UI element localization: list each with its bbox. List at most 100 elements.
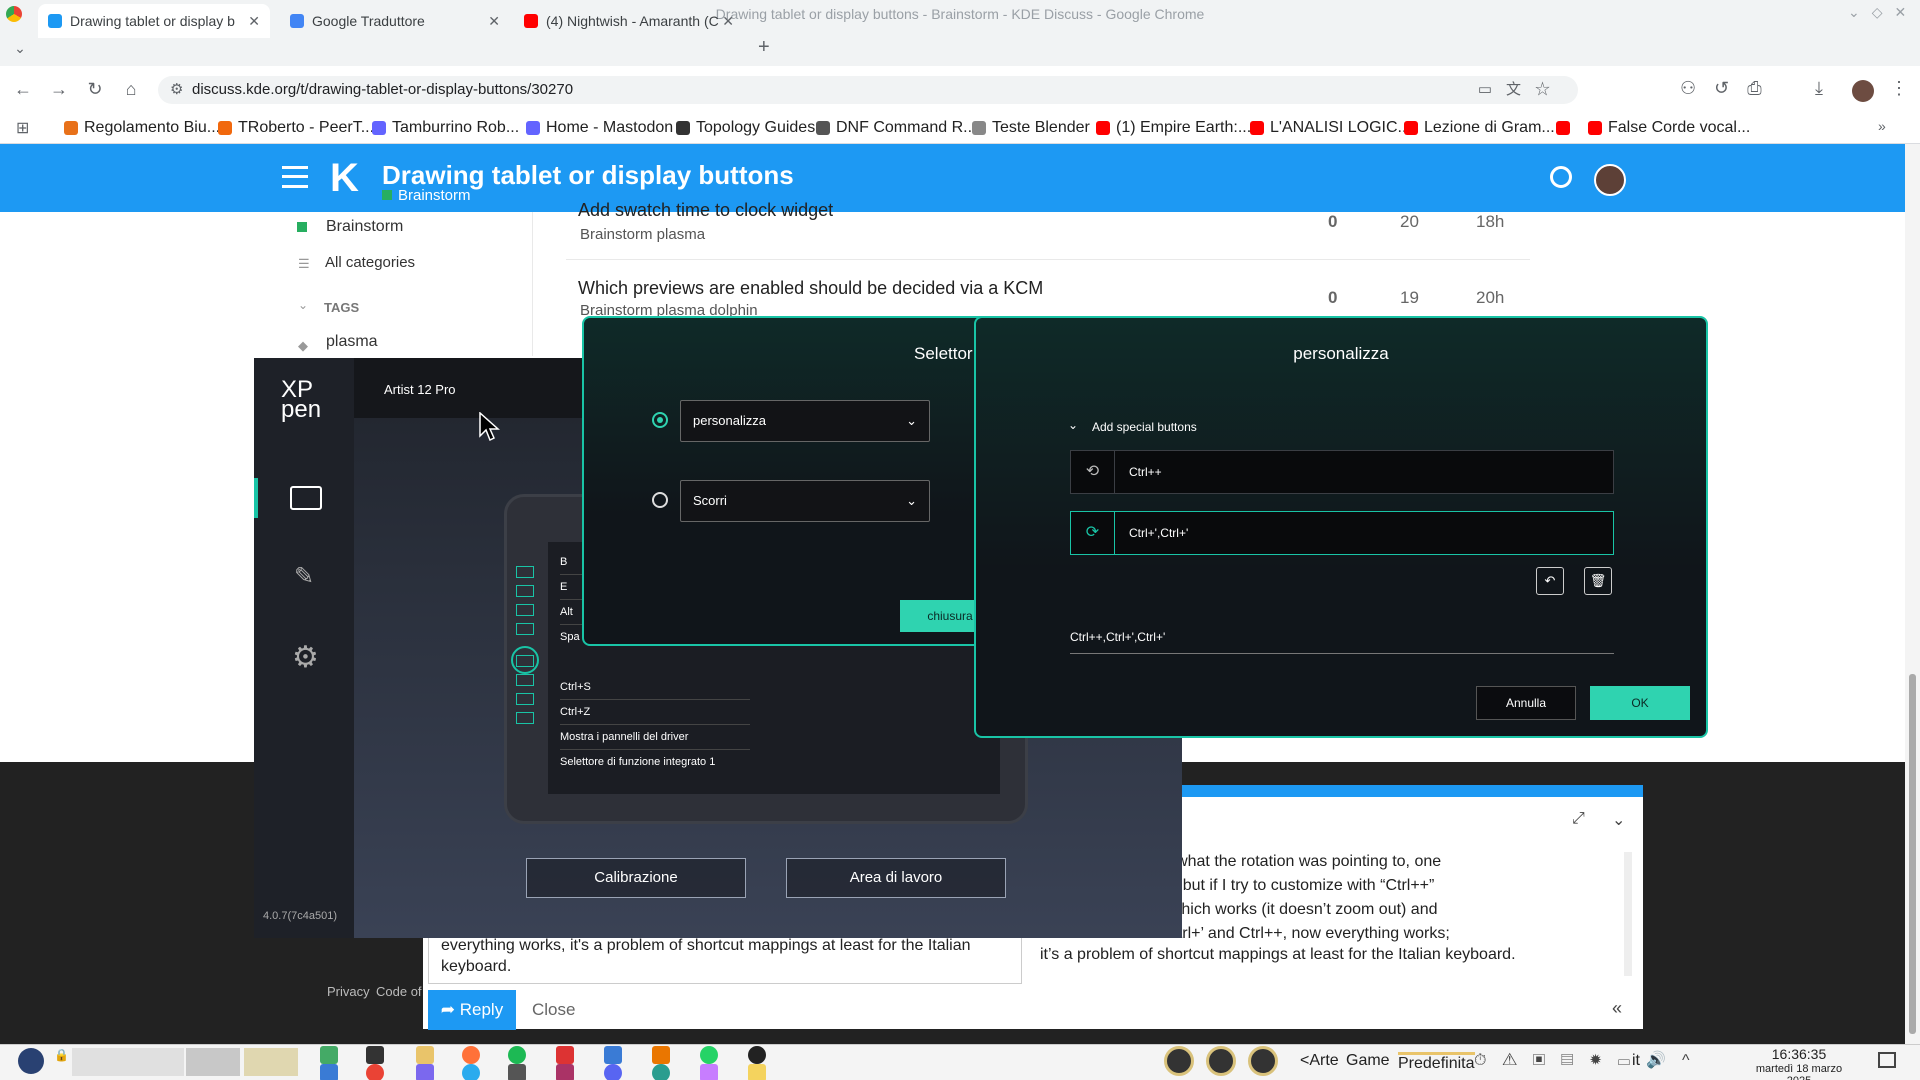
topic-link[interactable]: Which previews are enabled should be dec…	[578, 278, 1043, 299]
chevron-down-icon[interactable]: ⌄	[1068, 418, 1078, 432]
app-icon[interactable]	[320, 1064, 338, 1080]
blender-icon[interactable]	[652, 1046, 670, 1064]
clock-date[interactable]: martedì 18 marzo 2025	[1744, 1063, 1854, 1080]
activity-time[interactable]: 18h	[1476, 212, 1504, 232]
address-bar[interactable]: ⚙ discuss.kde.org/t/drawing-tablet-or-di…	[158, 76, 1578, 104]
calibration-button[interactable]: Calibrazione	[526, 858, 746, 898]
clock-time[interactable]: 16:36:35	[1754, 1046, 1844, 1062]
shortcut-field-2[interactable]: ⟳ Ctrl+',Ctrl+'	[1070, 511, 1614, 555]
app-icon[interactable]	[508, 1064, 526, 1080]
footer-code-link[interactable]: Code of	[376, 984, 422, 999]
omnibox-actions-icon[interactable]: ▭文☆	[1478, 76, 1564, 104]
app-icon[interactable]	[748, 1046, 766, 1064]
display-icon[interactable]	[290, 486, 322, 510]
keyboard-layout[interactable]: it	[1632, 1052, 1640, 1070]
fedora-launcher-icon[interactable]	[18, 1048, 44, 1074]
chevron-down-icon[interactable]: ⌄	[298, 298, 308, 312]
bookmark-item[interactable]: Lezione di Gram...	[1404, 112, 1555, 144]
tab-search-icon[interactable]: ⌄	[8, 36, 32, 60]
app-icon[interactable]	[366, 1046, 384, 1064]
reply-button[interactable]: ➦ Reply	[428, 990, 516, 1030]
radio-custom[interactable]	[652, 412, 668, 428]
device-name[interactable]: Artist 12 Pro	[384, 382, 456, 397]
cancel-button[interactable]: Annulla	[1476, 686, 1576, 720]
spotify-icon[interactable]	[508, 1046, 526, 1064]
topic-category[interactable]: Brainstorm	[382, 187, 471, 204]
close-composer-button[interactable]: Close	[532, 1000, 575, 1020]
pager-desktop-2[interactable]	[186, 1048, 240, 1076]
chrome-icon[interactable]	[366, 1064, 384, 1080]
reload-icon[interactable]: ↻	[82, 76, 108, 102]
bookmark-item[interactable]: TRoberto - PeerT...	[218, 112, 374, 144]
key-label[interactable]: Selettore di funzione integrato 1	[560, 750, 750, 774]
telegram-icon[interactable]	[462, 1064, 480, 1080]
home-icon[interactable]: ⌂	[118, 76, 144, 102]
kde-logo-icon[interactable]: K	[330, 156, 372, 200]
download-icon[interactable]: ⤓	[1815, 78, 1823, 99]
gear-icon[interactable]: ⚙	[292, 640, 319, 675]
site-info-icon[interactable]: ⚙	[170, 76, 183, 104]
double-chevron-icon[interactable]: «	[1612, 998, 1622, 1019]
undo-icon[interactable]: ↶	[1536, 567, 1564, 595]
app-icon[interactable]	[748, 1064, 766, 1080]
app-icon[interactable]	[416, 1064, 434, 1080]
window-controls[interactable]: ⌄◇✕	[1848, 4, 1918, 21]
activity-icon[interactable]	[1248, 1046, 1278, 1076]
lock-icon[interactable]: 🔒	[54, 1048, 69, 1062]
activity-predefinita[interactable]: Predefinita	[1398, 1052, 1475, 1073]
bookmark-item[interactable]: False Corde vocal...	[1588, 112, 1750, 144]
activity-time[interactable]: 20h	[1476, 288, 1504, 308]
more-bookmarks-icon[interactable]: »	[1878, 118, 1886, 134]
activity-game[interactable]: Game	[1346, 1052, 1390, 1070]
bookmark-item[interactable]: L'ANALISI LOGIC...	[1250, 112, 1411, 144]
bookmark-item[interactable]: Topology Guides	[676, 112, 815, 144]
activity-arte[interactable]: <Arte	[1300, 1052, 1339, 1070]
apps-icon[interactable]: ⊞	[16, 118, 29, 138]
show-desktop-icon[interactable]	[1878, 1052, 1896, 1068]
add-special-buttons-toggle[interactable]: Add special buttons	[1092, 420, 1197, 434]
app-icon[interactable]	[604, 1046, 622, 1064]
user-avatar[interactable]	[1594, 164, 1626, 196]
key-label[interactable]: Ctrl+S	[560, 675, 750, 700]
discord-icon[interactable]	[604, 1064, 622, 1080]
app-icon[interactable]	[556, 1046, 574, 1064]
bookmark-item[interactable]: Home - Mastodon	[526, 112, 673, 144]
bookmark-item[interactable]: (1) Empire Earth:...	[1096, 112, 1251, 144]
work-area-button[interactable]: Area di lavoro	[786, 858, 1006, 898]
bookmark-item[interactable]: Regolamento Biu...	[64, 112, 220, 144]
profile-avatar[interactable]	[1852, 80, 1874, 102]
close-tab-icon[interactable]: ✕	[722, 4, 734, 38]
collapse-icon[interactable]: ⌄	[1612, 810, 1625, 830]
bookmark-item[interactable]: Teste Blender	[972, 112, 1090, 144]
back-icon[interactable]: ←	[10, 76, 36, 102]
scrollbar-thumb[interactable]	[1909, 674, 1916, 1034]
app-icon[interactable]	[700, 1064, 718, 1080]
tab-kde-discuss[interactable]: Drawing tablet or display b ✕	[38, 4, 270, 38]
footer-privacy-link[interactable]: Privacy	[327, 984, 370, 999]
new-tab-icon[interactable]: +	[758, 36, 770, 59]
terminal-icon[interactable]	[320, 1046, 338, 1064]
ok-button[interactable]: OK	[1590, 686, 1690, 720]
pen-icon[interactable]: ✎	[294, 562, 314, 591]
activity-icon[interactable]	[1164, 1046, 1194, 1076]
radio-scroll[interactable]	[652, 492, 668, 508]
shortcut-summary[interactable]: Ctrl++,Ctrl+',Ctrl+'	[1070, 630, 1614, 654]
tab-youtube[interactable]: (4) Nightwish - Amaranth (C ✕	[514, 4, 744, 38]
function-dropdown-2[interactable]: Scorri ⌄	[680, 480, 930, 522]
trash-icon[interactable]: 🗑	[1584, 567, 1612, 595]
topic-link[interactable]: Add swatch time to clock widget	[578, 200, 833, 221]
pager-desktop-3[interactable]	[244, 1048, 298, 1076]
activity-icon[interactable]	[1206, 1046, 1236, 1076]
close-tab-icon[interactable]: ✕	[248, 4, 260, 38]
system-tray-icons[interactable]: ⏱⚠▣▤✹▭🔊^	[1474, 1050, 1706, 1070]
bookmark-item[interactable]: DNF Command R...	[816, 112, 976, 144]
close-tab-icon[interactable]: ✕	[488, 4, 500, 38]
function-dropdown-1[interactable]: personalizza ⌄	[680, 400, 930, 442]
expand-icon[interactable]: ⤢	[1572, 810, 1585, 828]
sidebar-all-categories[interactable]: All categories	[325, 254, 415, 271]
dial-button[interactable]	[511, 646, 539, 674]
app-icon[interactable]	[556, 1064, 574, 1080]
tab-google-translate[interactable]: Google Traduttore ✕	[280, 4, 510, 38]
search-icon[interactable]	[1550, 166, 1572, 188]
bookmark-item[interactable]	[1556, 112, 1576, 144]
